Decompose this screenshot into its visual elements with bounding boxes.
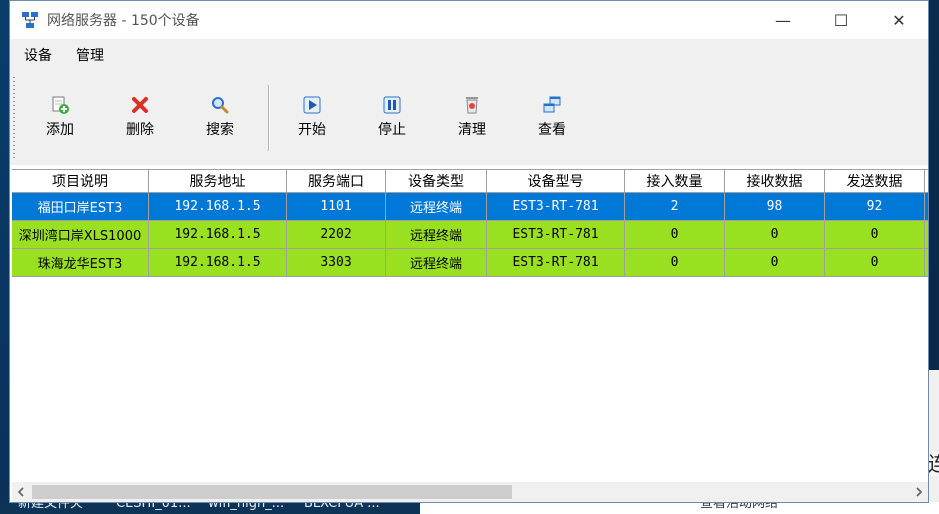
pause-icon [383, 96, 401, 114]
table-cell: 远程终端 [386, 193, 487, 220]
desktop-side-text: 连 [928, 452, 939, 476]
add-button[interactable]: 添加 [30, 95, 90, 143]
menu-bar: 设备 管理 [10, 39, 928, 71]
toolbar-separator [268, 85, 269, 151]
table-cell: 0 [725, 221, 825, 248]
stop-button[interactable]: 停止 [362, 95, 422, 143]
scroll-thumb[interactable] [32, 485, 512, 499]
table-cell: 0 [625, 221, 725, 248]
close-icon: ✕ [892, 10, 906, 30]
column-header[interactable]: 服务地址 [149, 170, 287, 192]
column-header[interactable]: 服务端口 [287, 170, 386, 192]
close-button[interactable]: ✕ [870, 1, 928, 39]
minimize-icon: — [775, 10, 791, 30]
device-table: 项目说明 服务地址 服务端口 设备类型 设备型号 接入数量 接收数据 发送数据 … [12, 169, 928, 481]
desktop-bottom-panel [420, 502, 939, 514]
column-header[interactable]: 发送数据 [825, 170, 925, 192]
table-cell: 0 [825, 221, 925, 248]
minimize-button[interactable]: — [754, 1, 812, 39]
column-header[interactable]: 接收数据 [725, 170, 825, 192]
recycle-bin-icon [466, 97, 478, 114]
windows-icon [543, 96, 561, 113]
clear-button[interactable]: 清理 [442, 95, 502, 143]
delete-label: 删除 [126, 122, 154, 138]
table-cell-filler [925, 221, 928, 248]
column-header-filler [925, 170, 928, 192]
column-header[interactable]: 项目说明 [12, 170, 149, 192]
table-row[interactable]: 珠海龙华EST3 192.168.1.5 3303 远程终端 EST3-RT-7… [12, 249, 928, 277]
window-controls: — ☐ ✕ [754, 1, 928, 39]
chevron-left-icon [17, 487, 24, 497]
table-cell: 192.168.1.5 [149, 221, 287, 248]
table-cell: 2202 [287, 221, 386, 248]
table-cell: 0 [725, 249, 825, 276]
table-cell: 192.168.1.5 [149, 193, 287, 220]
table-cell: 192.168.1.5 [149, 249, 287, 276]
start-button[interactable]: 开始 [282, 95, 342, 143]
search-label: 搜索 [206, 122, 234, 138]
clear-label: 清理 [458, 122, 486, 138]
delete-icon [132, 97, 148, 113]
table-cell-filler [925, 249, 928, 276]
table-cell: 1101 [287, 193, 386, 220]
table-cell: 福田口岸EST3 [12, 193, 149, 220]
start-label: 开始 [298, 122, 326, 138]
add-label: 添加 [46, 122, 74, 138]
table-cell: 远程终端 [386, 249, 487, 276]
table-row[interactable]: 福田口岸EST3 192.168.1.5 1101 远程终端 EST3-RT-7… [12, 193, 928, 221]
stop-label: 停止 [378, 122, 406, 138]
table-cell: 92 [825, 193, 925, 220]
table-cell-filler [925, 193, 928, 220]
chevron-right-icon [916, 487, 923, 497]
maximize-button[interactable]: ☐ [812, 1, 870, 39]
view-label: 查看 [538, 122, 566, 138]
view-button[interactable]: 查看 [522, 95, 582, 143]
scroll-right-button[interactable] [910, 482, 928, 502]
table-row[interactable]: 深圳湾口岸XLS1000 192.168.1.5 2202 远程终端 EST3-… [12, 221, 928, 249]
scroll-left-button[interactable] [12, 482, 30, 502]
table-cell: EST3-RT-781 [487, 193, 625, 220]
window-title: 网络服务器 - 150个设备 [47, 13, 200, 29]
table-header: 项目说明 服务地址 服务端口 设备类型 设备型号 接入数量 接收数据 发送数据 [12, 169, 928, 193]
column-header[interactable]: 接入数量 [625, 170, 725, 192]
title-bar[interactable]: 网络服务器 - 150个设备 — ☐ ✕ [10, 1, 928, 39]
table-cell: EST3-RT-781 [487, 249, 625, 276]
table-cell: 远程终端 [386, 221, 487, 248]
table-cell: 珠海龙华EST3 [12, 249, 149, 276]
add-icon [52, 96, 69, 114]
menu-device[interactable]: 设备 [14, 45, 62, 65]
column-header[interactable]: 设备类型 [386, 170, 487, 192]
delete-button[interactable]: 删除 [110, 95, 170, 143]
table-cell: 2 [625, 193, 725, 220]
toolbar: 添加 删除 搜索 开始 停止 清理 查看 [10, 71, 928, 165]
column-header[interactable]: 设备型号 [487, 170, 625, 192]
table-cell: 98 [725, 193, 825, 220]
table-cell: 0 [825, 249, 925, 276]
table-cell: 3303 [287, 249, 386, 276]
toolbar-grip[interactable] [13, 77, 15, 161]
network-server-icon [22, 12, 38, 28]
menu-manage[interactable]: 管理 [66, 45, 114, 65]
search-icon [212, 97, 229, 114]
main-window: 网络服务器 - 150个设备 — ☐ ✕ 设备 管理 添加 删除 搜索 开始 停… [9, 0, 929, 503]
horizontal-scrollbar[interactable] [12, 482, 928, 502]
play-icon [303, 96, 321, 114]
table-cell: 深圳湾口岸XLS1000 [12, 221, 149, 248]
maximize-icon: ☐ [833, 10, 849, 30]
table-cell: EST3-RT-781 [487, 221, 625, 248]
table-cell: 0 [625, 249, 725, 276]
search-button[interactable]: 搜索 [190, 95, 250, 143]
